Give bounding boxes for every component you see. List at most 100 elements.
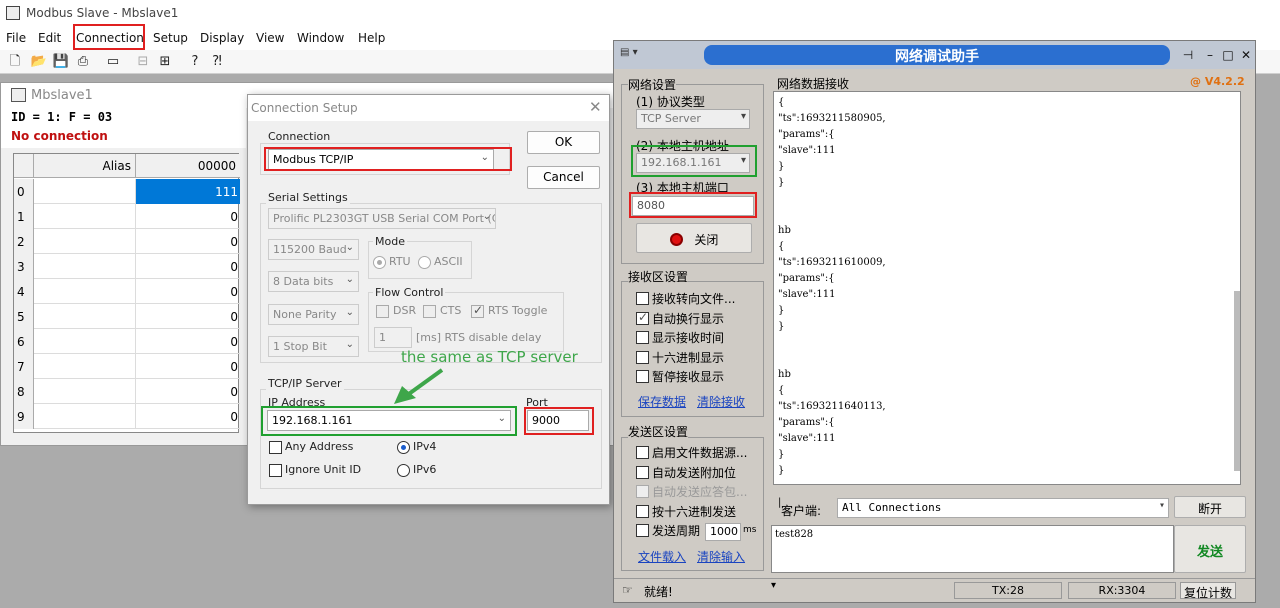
print-icon[interactable]: ⎙ [74, 53, 92, 71]
option-checkbox[interactable] [636, 331, 649, 344]
value-cell[interactable]: 0 [136, 329, 240, 354]
any-address-checkbox[interactable] [269, 441, 282, 454]
ignore-unit-id-checkbox[interactable] [269, 464, 282, 477]
baud-select[interactable]: 115200 Baud ⌄ [268, 239, 359, 260]
menu-window[interactable]: Window [297, 31, 344, 45]
recv-scrollbar[interactable] [1234, 291, 1240, 471]
close-connection-button[interactable]: 关闭 [636, 223, 752, 253]
table-row[interactable]: 80 [14, 379, 240, 404]
dsr-checkbox[interactable] [376, 305, 389, 318]
value-cell[interactable]: 0 [136, 404, 240, 429]
parity-select[interactable]: None Parity ⌄ [268, 304, 359, 325]
value-cell[interactable]: 111 [136, 179, 240, 204]
clear-input-link[interactable]: 清除输入 [697, 548, 745, 565]
table-row[interactable]: 60 [14, 329, 240, 354]
system-menu-icon[interactable]: ▤ ▾ [620, 47, 654, 63]
window-icon[interactable]: ▭ [104, 53, 122, 71]
menu-help[interactable]: Help [358, 31, 385, 45]
value-cell[interactable]: 0 [136, 204, 240, 229]
mode-ascii-radio[interactable] [418, 256, 431, 269]
table-row[interactable]: 30 [14, 254, 240, 279]
alias-cell[interactable] [34, 204, 136, 229]
ok-button[interactable]: OK [527, 131, 600, 154]
menu-setup[interactable]: Setup [153, 31, 188, 45]
table-row[interactable]: 70 [14, 354, 240, 379]
table-row[interactable]: 40 [14, 279, 240, 304]
cts-checkbox[interactable] [423, 305, 436, 318]
ipv4-radio[interactable] [397, 441, 410, 454]
cancel-button[interactable]: Cancel [527, 166, 600, 189]
close-icon[interactable]: ✕ [1238, 47, 1254, 63]
send-input[interactable]: test828 [771, 525, 1174, 573]
option-checkbox[interactable] [636, 350, 649, 364]
open-folder-icon[interactable]: 📂 [30, 53, 48, 71]
grid-header-alias[interactable]: Alias [34, 154, 136, 178]
recv-data-area[interactable]: { "ts":1693211580905, "params":{ "slave"… [773, 91, 1241, 508]
context-help-icon[interactable]: ⁈ [208, 53, 226, 71]
option-checkbox[interactable] [636, 524, 649, 537]
load-file-link[interactable]: 文件载入 [638, 548, 686, 565]
menu-view[interactable]: View [256, 31, 284, 45]
alias-cell[interactable] [34, 379, 136, 404]
dsr-label: DSR [393, 304, 417, 317]
table-row[interactable]: 50 [14, 304, 240, 329]
value-cell[interactable]: 0 [136, 304, 240, 329]
rts-toggle-checkbox[interactable] [471, 303, 484, 318]
option-label: 显示接收时间 [652, 331, 725, 345]
option-checkbox[interactable] [636, 446, 649, 459]
send-period-input[interactable]: 1000 [705, 523, 741, 541]
minimize-icon[interactable]: – [1202, 47, 1218, 63]
alias-cell[interactable] [34, 329, 136, 354]
value-cell[interactable]: 0 [136, 279, 240, 304]
mode-rtu-radio[interactable] [373, 256, 386, 269]
new-file-icon[interactable]: 🗋 [6, 53, 24, 71]
send-button[interactable]: 发送 [1174, 525, 1246, 573]
data-bits-select[interactable]: 8 Data bits ⌄ [268, 271, 359, 292]
value-cell[interactable]: 0 [136, 229, 240, 254]
save-data-link[interactable]: 保存数据 [638, 393, 686, 410]
serial-port-select[interactable]: Prolific PL2303GT USB Serial COM Port (C… [268, 208, 496, 229]
alias-cell[interactable] [34, 279, 136, 304]
maximize-icon[interactable]: □ [1220, 47, 1236, 63]
menu-display[interactable]: Display [200, 31, 244, 45]
option-checkbox[interactable] [636, 292, 649, 305]
table-row[interactable]: 0 111 [14, 179, 240, 204]
alias-cell[interactable] [34, 179, 136, 204]
alias-cell[interactable] [34, 404, 136, 429]
option-checkbox[interactable] [636, 485, 649, 498]
menu-edit[interactable]: Edit [38, 31, 61, 45]
reset-count-button[interactable]: 复位计数 [1180, 582, 1236, 600]
stop-bit-select[interactable]: 1 Stop Bit ⌄ [268, 336, 359, 357]
register-grid[interactable]: Alias 00000 0 111 1 0 2 0 3 0 4 0 5 0 6 0 7 0 8 0 9 0 [13, 153, 240, 433]
option-checkbox[interactable] [636, 504, 649, 518]
table-row[interactable]: 10 [14, 204, 240, 229]
alias-cell[interactable] [34, 354, 136, 379]
value-cell[interactable]: 0 [136, 254, 240, 279]
pin-icon[interactable]: ⊣ [1180, 47, 1196, 63]
close-icon[interactable]: ✕ [589, 98, 602, 116]
rts-delay-input[interactable]: 1 [374, 327, 412, 348]
ipv6-radio[interactable] [397, 464, 410, 477]
menu-file[interactable]: File [6, 31, 26, 45]
alias-cell[interactable] [34, 304, 136, 329]
option-checkbox[interactable] [636, 310, 649, 325]
protocol-select[interactable]: TCP Server ▾ [636, 109, 750, 129]
option-checkbox[interactable] [636, 465, 649, 479]
help-icon[interactable]: ? [186, 53, 204, 71]
disconnect-button[interactable]: 断开 [1174, 496, 1246, 518]
option-checkbox[interactable] [636, 370, 649, 383]
grid-header-address[interactable]: 00000 [136, 154, 240, 178]
value-cell[interactable]: 0 [136, 354, 240, 379]
value-cell[interactable]: 0 [136, 379, 240, 404]
protocol-value: TCP Server [641, 112, 701, 125]
alias-cell[interactable] [34, 254, 136, 279]
connection-type-highlight [264, 147, 512, 171]
table-row[interactable]: 20 [14, 229, 240, 254]
disconnect-icon[interactable]: ⊞ [156, 53, 174, 71]
table-row[interactable]: 90 [14, 404, 240, 429]
connect-icon[interactable]: ⊟ [134, 53, 152, 71]
clear-recv-link[interactable]: 清除接收 [697, 393, 745, 410]
alias-cell[interactable] [34, 229, 136, 254]
client-select[interactable]: All Connections ▾ [837, 498, 1169, 518]
save-icon[interactable]: 💾 [52, 53, 70, 71]
